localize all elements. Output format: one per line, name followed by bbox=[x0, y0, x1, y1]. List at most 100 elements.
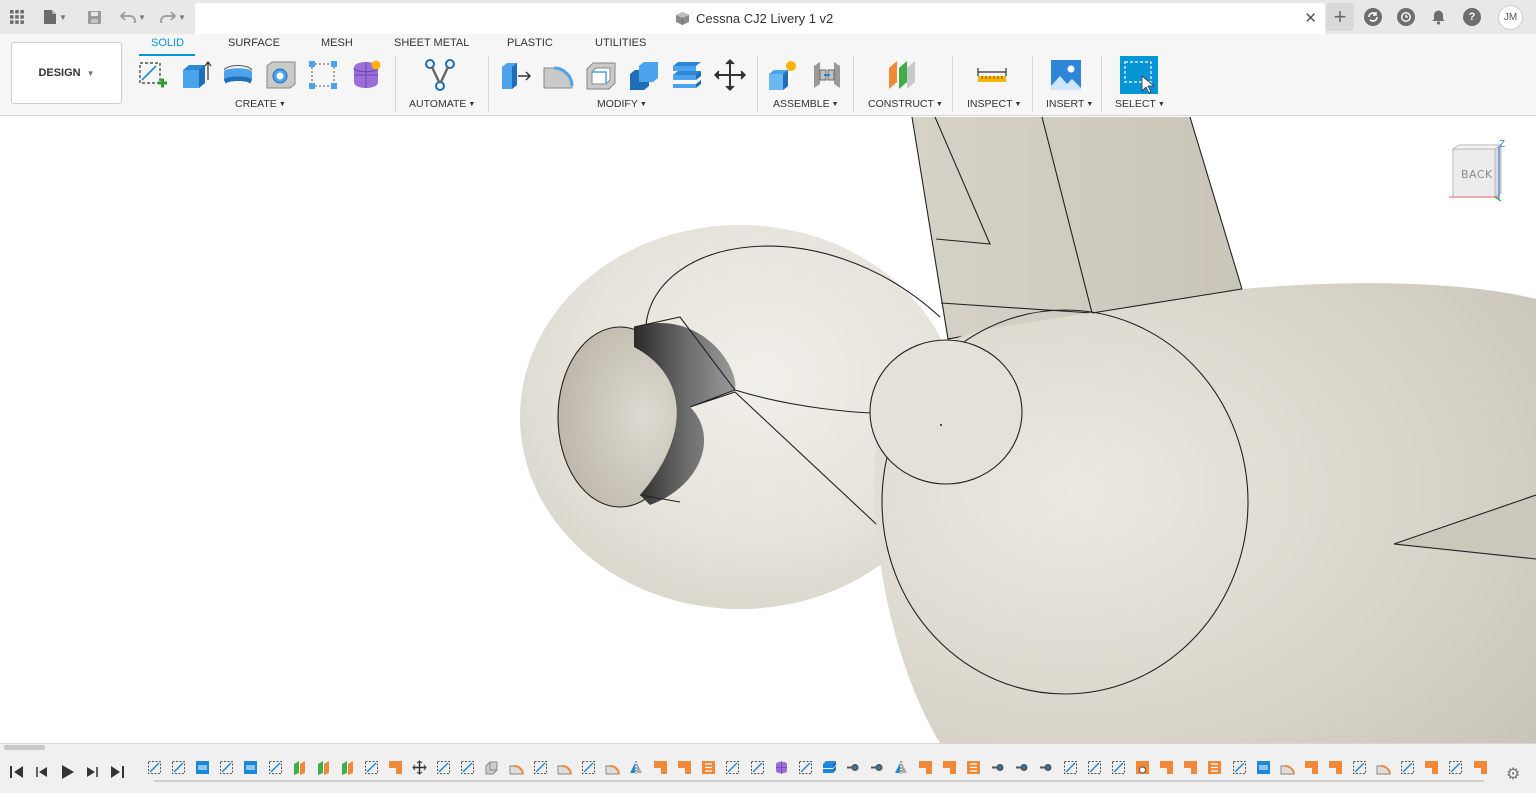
move-copy-button[interactable] bbox=[713, 58, 747, 92]
offset-plane-button[interactable] bbox=[886, 58, 920, 92]
timeline-loft-icon[interactable] bbox=[316, 760, 331, 775]
timeline-body-icon[interactable] bbox=[942, 760, 957, 775]
timeline-sketch-icon[interactable] bbox=[219, 760, 234, 775]
timeline-combine-icon[interactable] bbox=[484, 760, 499, 775]
timeline-body-icon[interactable] bbox=[1424, 760, 1439, 775]
timeline-extrude-icon[interactable] bbox=[195, 760, 210, 775]
timeline-split-icon[interactable] bbox=[1207, 760, 1222, 775]
timeline-hole-icon[interactable] bbox=[1135, 760, 1150, 775]
timeline-sketch-icon[interactable] bbox=[1400, 760, 1415, 775]
automate-button[interactable] bbox=[423, 58, 457, 92]
automate-group-label[interactable]: AUTOMATE ▼ bbox=[409, 98, 475, 110]
select-button[interactable] bbox=[1120, 56, 1158, 94]
timeline-sketch-icon[interactable] bbox=[147, 760, 162, 775]
timeline-sketch-icon[interactable] bbox=[1232, 760, 1247, 775]
timeline-sketch-icon[interactable] bbox=[1352, 760, 1367, 775]
extensions-icon[interactable] bbox=[1364, 8, 1382, 26]
timeline-body-icon[interactable] bbox=[653, 760, 668, 775]
timeline-body-icon[interactable] bbox=[388, 760, 403, 775]
tab-solid[interactable]: SOLID bbox=[151, 37, 184, 55]
design-canvas[interactable]: BACK Z bbox=[0, 117, 1536, 743]
timeline-sketch-icon[interactable] bbox=[460, 760, 475, 775]
timeline-body-icon[interactable] bbox=[1473, 760, 1488, 775]
timeline-joint-icon[interactable] bbox=[991, 760, 1006, 775]
timeline-split-icon[interactable] bbox=[966, 760, 981, 775]
select-group-label[interactable]: SELECT ▼ bbox=[1115, 98, 1165, 110]
close-tab-icon[interactable]: ✕ bbox=[1304, 9, 1317, 27]
shell-button[interactable] bbox=[584, 58, 618, 92]
timeline-fillet-icon[interactable] bbox=[1376, 760, 1392, 775]
timeline-sketch-icon[interactable] bbox=[171, 760, 186, 775]
press-pull-button[interactable] bbox=[498, 58, 532, 92]
timeline-form-icon[interactable] bbox=[774, 760, 789, 775]
user-avatar[interactable]: JM bbox=[1498, 5, 1523, 30]
assemble-group-label[interactable]: ASSEMBLE ▼ bbox=[773, 98, 839, 110]
inspect-group-label[interactable]: INSPECT ▼ bbox=[967, 98, 1021, 110]
file-menu-icon[interactable]: ▼ bbox=[40, 7, 70, 27]
timeline-fillet-icon[interactable] bbox=[509, 760, 524, 775]
timeline-sketch-icon[interactable] bbox=[581, 760, 596, 775]
create-group-label[interactable]: CREATE ▼ bbox=[235, 98, 286, 110]
timeline-sketch-icon[interactable] bbox=[1063, 760, 1078, 775]
pylon-hub[interactable] bbox=[869, 339, 1023, 485]
timeline-sketch-icon[interactable] bbox=[798, 760, 813, 775]
timeline-extrude-icon[interactable] bbox=[243, 760, 258, 775]
step-back-icon[interactable] bbox=[34, 764, 50, 780]
tab-mesh[interactable]: MESH bbox=[321, 37, 353, 55]
view-cube[interactable]: BACK Z bbox=[1445, 139, 1515, 209]
go-to-end-icon[interactable] bbox=[109, 764, 125, 780]
insert-group-label[interactable]: INSERT ▼ bbox=[1046, 98, 1093, 110]
insert-canvas-button[interactable] bbox=[1049, 58, 1083, 92]
timeline-sketch-icon[interactable] bbox=[1111, 760, 1126, 775]
timeline-joint-icon[interactable] bbox=[870, 760, 885, 775]
timeline-body-icon[interactable] bbox=[1183, 760, 1198, 775]
help-icon[interactable]: ? bbox=[1463, 8, 1481, 26]
new-tab-button[interactable]: + bbox=[1326, 3, 1354, 31]
timeline-sketch-icon[interactable] bbox=[533, 760, 548, 775]
split-body-button[interactable] bbox=[670, 58, 704, 92]
timeline-joint-icon[interactable] bbox=[1015, 760, 1030, 775]
view-cube-face-label[interactable]: BACK bbox=[1461, 168, 1493, 181]
timeline-sketch-icon[interactable] bbox=[725, 760, 740, 775]
job-status-clock-icon[interactable] bbox=[1397, 8, 1415, 26]
timeline-sketch-icon[interactable] bbox=[750, 760, 765, 775]
timeline-sketch-icon[interactable] bbox=[364, 760, 379, 775]
step-forward-icon[interactable] bbox=[84, 764, 100, 780]
tab-utilities[interactable]: UTILITIES bbox=[595, 37, 646, 55]
timeline-body-icon[interactable] bbox=[1304, 760, 1319, 775]
timeline-settings-gear-icon[interactable]: ⚙ bbox=[1506, 764, 1520, 784]
timeline-joint-icon[interactable] bbox=[846, 760, 861, 775]
joint-button[interactable] bbox=[810, 58, 844, 92]
timeline-sketch-icon[interactable] bbox=[436, 760, 451, 775]
create-sketch-button[interactable] bbox=[136, 58, 170, 92]
timeline-mirror-icon[interactable] bbox=[894, 760, 909, 775]
tab-sheet-metal[interactable]: SHEET METAL bbox=[394, 37, 469, 55]
document-tab[interactable]: Cessna CJ2 Livery 1 v2 ✕ bbox=[195, 3, 1325, 34]
workspace-switcher-button[interactable]: DESIGN ▼ bbox=[11, 42, 122, 104]
timeline-body-icon[interactable] bbox=[677, 760, 692, 775]
timeline-scrollbar[interactable] bbox=[4, 745, 45, 750]
timeline-loft-icon[interactable] bbox=[340, 760, 355, 775]
new-component-button[interactable] bbox=[766, 58, 800, 92]
timeline-move-icon[interactable] bbox=[412, 760, 427, 775]
aircraft-tail-model[interactable] bbox=[0, 117, 1536, 743]
tab-plastic[interactable]: PLASTIC bbox=[507, 37, 553, 55]
tab-surface[interactable]: SURFACE bbox=[228, 37, 280, 55]
timeline-loft-icon[interactable] bbox=[292, 760, 307, 775]
timeline-mirror-icon[interactable] bbox=[629, 760, 644, 775]
timeline-fillet-icon[interactable] bbox=[557, 760, 572, 775]
save-icon[interactable] bbox=[84, 7, 104, 27]
go-to-start-icon[interactable] bbox=[9, 764, 25, 780]
rectangular-pattern-button[interactable] bbox=[306, 58, 340, 92]
construct-group-label[interactable]: CONSTRUCT ▼ bbox=[868, 98, 943, 110]
timeline-body-icon[interactable] bbox=[1159, 760, 1174, 775]
hole-button[interactable] bbox=[264, 58, 298, 92]
timeline-split-icon[interactable] bbox=[701, 760, 716, 775]
timeline-body-icon[interactable] bbox=[918, 760, 933, 775]
measure-button[interactable] bbox=[975, 58, 1009, 92]
timeline-sketch-icon[interactable] bbox=[268, 760, 283, 775]
modify-group-label[interactable]: MODIFY ▼ bbox=[597, 98, 647, 110]
timeline-fillet-icon[interactable] bbox=[1280, 760, 1295, 775]
notifications-bell-icon[interactable] bbox=[1429, 7, 1447, 27]
timeline-body-icon[interactable] bbox=[1328, 760, 1343, 775]
